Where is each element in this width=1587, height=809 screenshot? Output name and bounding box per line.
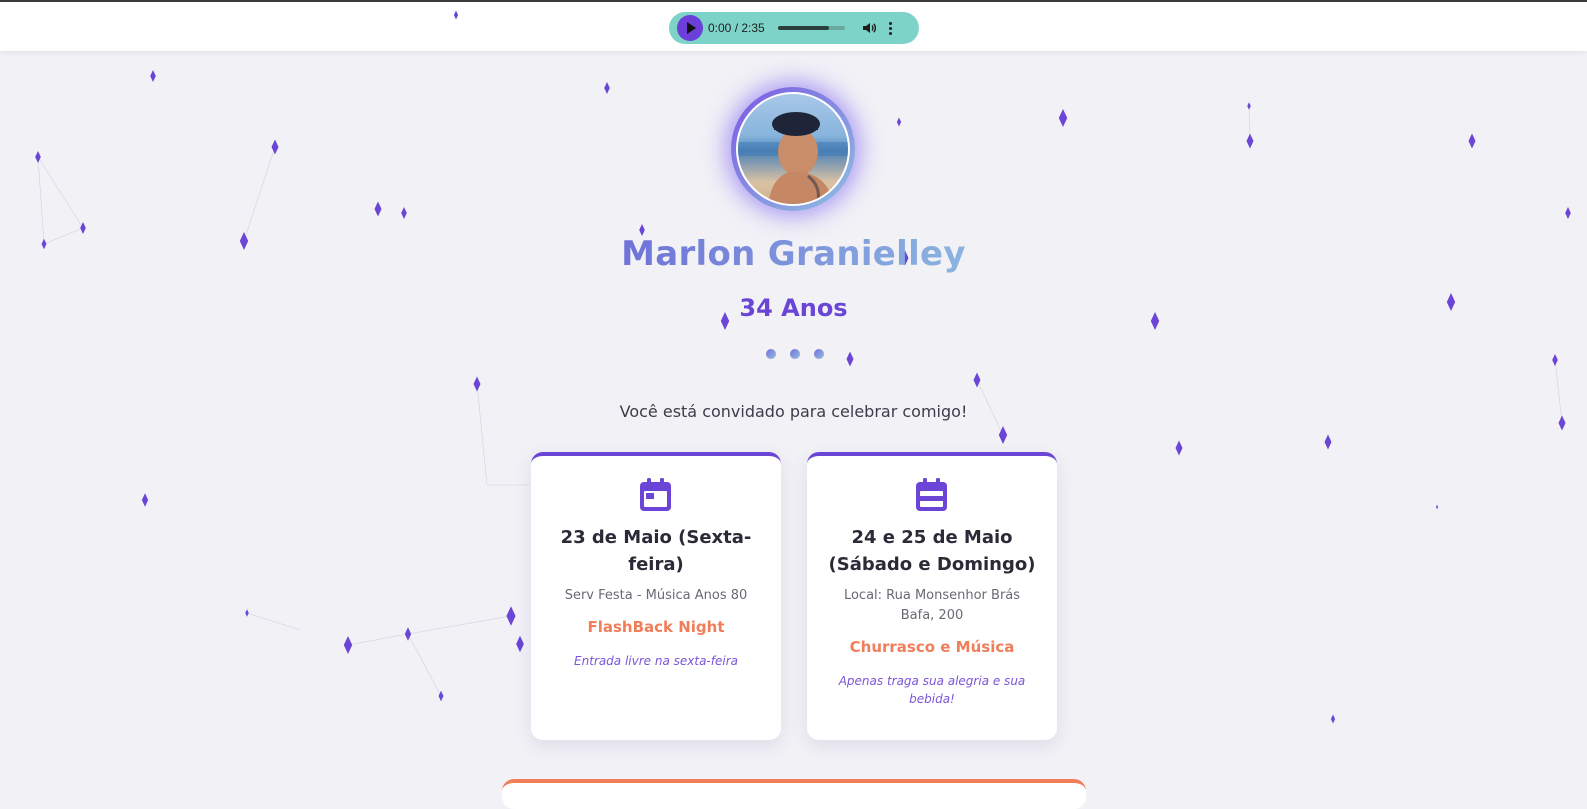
event-card-weekend: 24 e 25 de Maio (Sábado e Domingo) Local…	[807, 452, 1057, 740]
audio-player[interactable]: 0:00 / 2:35	[669, 12, 919, 44]
star-sparkle	[1330, 714, 1336, 724]
event-note: Apenas traga sua alegria e sua bebida!	[838, 674, 1026, 706]
star-sparkle	[1552, 354, 1558, 366]
event-date: 23 de Maio (Sexta-feira)	[560, 527, 752, 575]
event-date: 24 e 25 de Maio (Sábado e Domingo)	[828, 527, 1036, 575]
star-sparkle	[998, 426, 1008, 444]
event-place: Local: Rua Monsenhor Brás Bafa, 200	[843, 588, 1021, 623]
star-sparkle	[1324, 434, 1332, 450]
star-sparkle	[506, 606, 516, 626]
play-icon	[686, 22, 696, 34]
star-sparkle	[343, 636, 353, 654]
audio-progress-fill	[777, 26, 829, 30]
loading-dots	[766, 349, 824, 359]
calendar-icon	[916, 478, 947, 511]
avatar	[731, 87, 855, 211]
star-sparkle	[271, 139, 279, 155]
star-sparkle	[896, 117, 902, 127]
next-card-partial	[502, 779, 1086, 809]
star-sparkle	[401, 207, 407, 219]
star-sparkle	[1175, 440, 1183, 456]
audio-progress-bar[interactable]	[777, 26, 845, 30]
profile-age: 34 Anos	[739, 294, 848, 322]
star-sparkle	[473, 376, 481, 392]
star-sparkle	[35, 151, 41, 163]
event-name: FlashBack Night	[587, 618, 725, 636]
more-options-icon[interactable]	[889, 21, 893, 35]
calendar-icon	[640, 478, 671, 511]
profile-name: Marlon Granielley	[621, 234, 966, 274]
star-sparkle	[150, 70, 156, 82]
star-sparkle	[846, 351, 854, 367]
star-sparkle	[973, 372, 981, 388]
top-bar: 0:00 / 2:35	[0, 2, 1587, 51]
event-note: Entrada livre na sexta-feira	[574, 654, 738, 668]
star-sparkle	[1246, 133, 1254, 149]
star-sparkle	[245, 609, 249, 617]
star-sparkle	[1468, 133, 1476, 149]
event-card-friday: 23 de Maio (Sexta-feira) Serv Festa - Mú…	[531, 452, 781, 740]
star-sparkle	[1435, 504, 1439, 510]
volume-icon[interactable]	[861, 20, 877, 36]
star-sparkle	[438, 690, 444, 702]
profile-photo	[738, 94, 848, 204]
invite-text: Você está convidado para celebrar comigo…	[619, 402, 968, 421]
star-sparkle	[141, 493, 149, 507]
event-place: Serv Festa - Música Anos 80	[564, 588, 748, 603]
star-sparkle	[374, 201, 382, 217]
event-name: Churrasco e Música	[849, 638, 1015, 656]
star-sparkle	[80, 222, 86, 234]
star-sparkle	[604, 82, 610, 94]
star-sparkle	[1565, 207, 1571, 219]
star-sparkle	[404, 627, 412, 641]
star-sparkle	[1247, 102, 1251, 110]
play-button[interactable]	[677, 15, 703, 41]
audio-time: 0:00 / 2:35	[708, 21, 765, 35]
star-sparkle	[1058, 109, 1068, 127]
star-sparkle	[516, 635, 524, 653]
